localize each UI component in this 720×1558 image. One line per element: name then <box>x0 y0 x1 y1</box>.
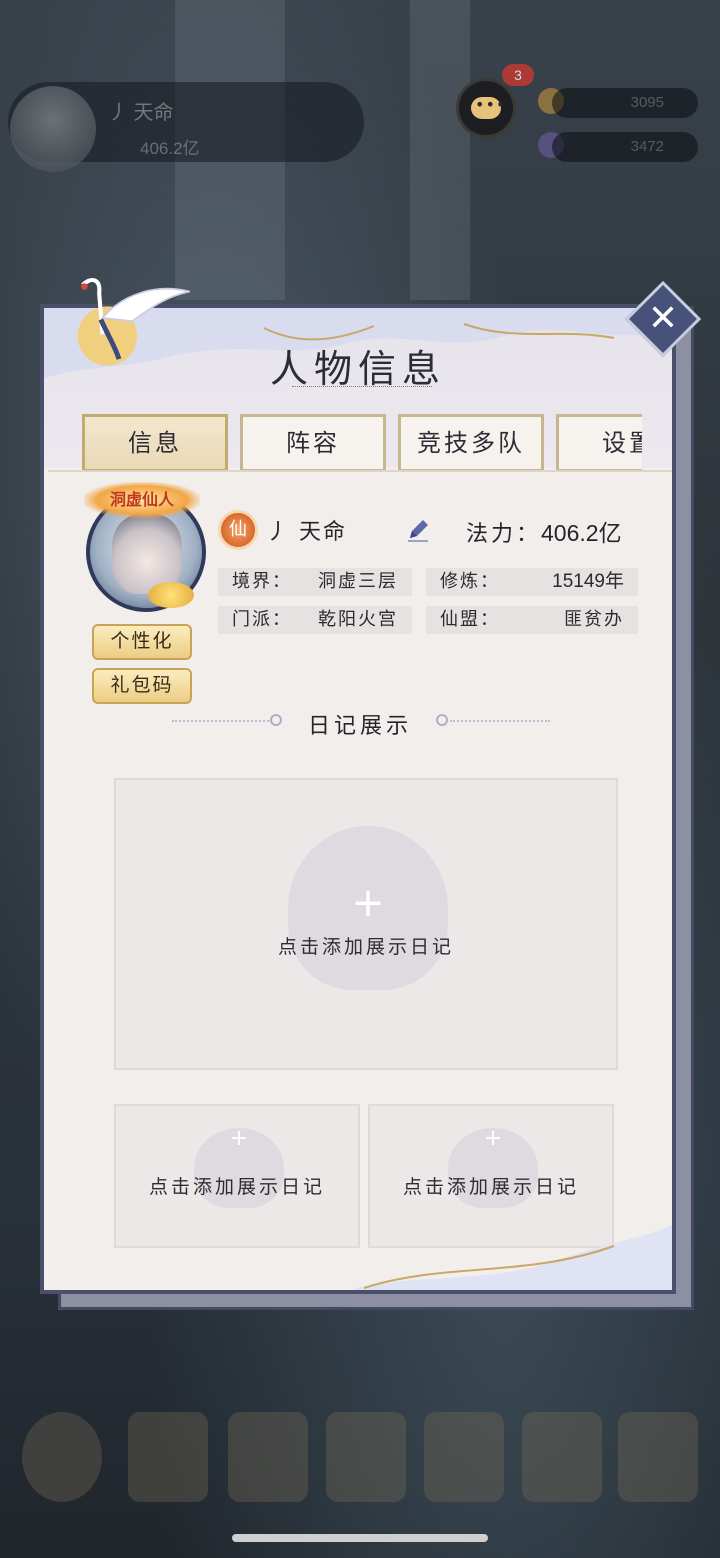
wave-decoration <box>349 1224 672 1290</box>
stat-cultivation: 修炼： 15149年 <box>426 568 638 596</box>
section-divider-right <box>450 720 550 722</box>
section-divider-ornament <box>436 714 448 726</box>
character-info-modal: 人物信息 信息 阵容 竞技多队 设置 洞虚仙人 个性化 礼包码 仙 丿 天命 法… <box>40 304 676 1294</box>
stat-value: 15149年 <box>552 571 624 592</box>
tab-bar: 信息 阵容 竞技多队 设置 <box>82 414 642 474</box>
edit-pencil-icon[interactable] <box>404 516 432 544</box>
background-pillar <box>410 0 470 300</box>
nav-item[interactable] <box>618 1412 698 1502</box>
tab-info[interactable]: 信息 <box>82 414 228 472</box>
stat-key: 门派： <box>232 609 292 630</box>
stat-key: 修炼： <box>440 571 500 592</box>
avatar-title-badge: 洞虚仙人 <box>84 482 200 518</box>
player-hud-name: 丿 天命 <box>108 102 174 124</box>
add-plus-icon: + <box>351 880 385 926</box>
add-plus-icon: + <box>229 1126 249 1151</box>
home-indicator[interactable] <box>232 1534 488 1542</box>
diary-add-label: 点击添加展示日记 <box>402 1176 579 1198</box>
stat-key: 仙盟： <box>440 609 500 630</box>
avatar-flower-decoration <box>148 582 194 608</box>
stat-sect: 门派： 乾阳火宫 <box>218 606 412 634</box>
stat-value: 匪贫办 <box>564 609 624 630</box>
diary-slot-main[interactable]: + 点击添加展示日记 <box>114 778 618 1070</box>
chat-button[interactable] <box>456 78 516 138</box>
player-name: 丿 天命 <box>266 520 347 545</box>
class-badge: 仙 <box>218 510 258 550</box>
stat-value: 乾阳火宫 <box>318 609 398 630</box>
title-ornament <box>292 386 432 392</box>
diary-add-label: 点击添加展示日记 <box>148 1176 325 1198</box>
diary-section-title: 日记展示 <box>307 714 412 739</box>
resource-gem[interactable]: 3472 <box>552 132 698 162</box>
chat-bubble-icon <box>471 95 506 119</box>
diary-add-label: 点击添加展示日记 <box>277 936 454 958</box>
crane-emblem-icon <box>77 277 190 366</box>
stat-alliance[interactable]: 仙盟： 匪贫办 <box>426 606 638 634</box>
close-icon: ✕ <box>647 298 679 339</box>
bottom-nav <box>0 1398 720 1518</box>
stat-realm: 境界： 洞虚三层 <box>218 568 412 596</box>
nav-item[interactable] <box>228 1412 308 1502</box>
nav-item[interactable] <box>128 1412 208 1502</box>
power-label: 法力： <box>466 522 542 547</box>
player-hud-avatar[interactable] <box>10 86 96 172</box>
nav-item[interactable] <box>22 1412 102 1502</box>
tab-settings[interactable]: 设置 <box>556 414 642 472</box>
tab-arena-teams[interactable]: 竞技多队 <box>398 414 544 472</box>
tab-lineup[interactable]: 阵容 <box>240 414 386 472</box>
add-plus-icon: + <box>483 1126 503 1151</box>
chat-unread-badge: 3 <box>502 64 534 86</box>
gift-code-button[interactable]: 礼包码 <box>92 668 192 704</box>
nav-item[interactable] <box>522 1412 602 1502</box>
power-display: 法力：406.2亿 <box>466 514 622 548</box>
nav-item[interactable] <box>326 1412 406 1502</box>
stat-key: 境界： <box>232 571 292 592</box>
power-value: 406.2亿 <box>541 520 622 546</box>
nav-item[interactable] <box>424 1412 504 1502</box>
resource-gold[interactable]: 3095 <box>552 88 698 118</box>
stat-value: 洞虚三层 <box>318 571 398 592</box>
personalize-button[interactable]: 个性化 <box>92 624 192 660</box>
info-content: 洞虚仙人 个性化 礼包码 仙 丿 天命 法力：406.2亿 境界： 洞虚三层 修… <box>48 470 672 1290</box>
player-hud-power: 406.2亿 <box>140 139 200 158</box>
